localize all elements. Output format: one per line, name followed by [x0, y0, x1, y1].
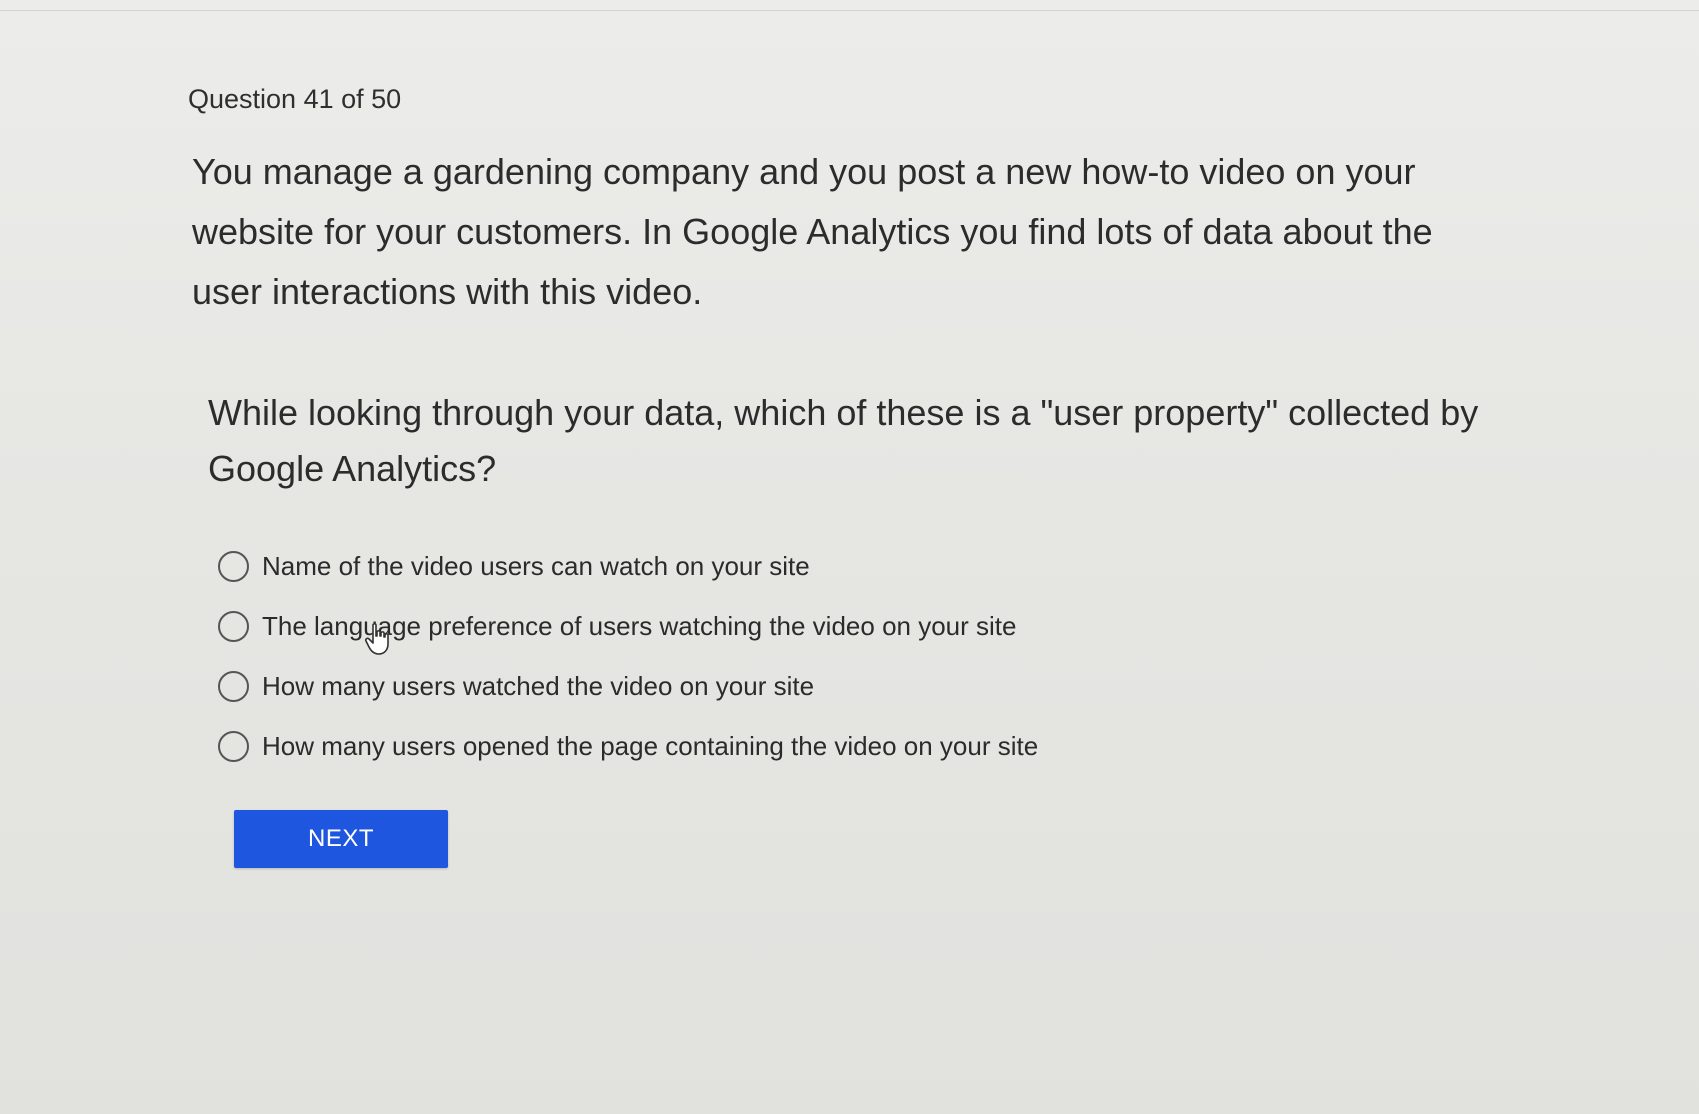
question-progress: Question 41 of 50 — [188, 84, 402, 114]
answer-option-label: Name of the video users can watch on you… — [262, 550, 810, 581]
question-scenario: You manage a gardening company and you p… — [192, 151, 1433, 312]
question-prompt: While looking through your data, which o… — [208, 392, 1479, 489]
quiz-page: Question 41 of 50 You manage a gardening… — [0, 0, 1699, 1114]
answer-option-label: How many users opened the page containin… — [262, 730, 1039, 761]
radio-unselected-icon[interactable] — [218, 670, 249, 702]
radio-unselected-icon[interactable] — [218, 730, 249, 762]
answer-option-3[interactable]: How many users watched the video on your… — [218, 656, 1318, 716]
answer-option-label: How many users watched the video on your… — [262, 670, 815, 701]
next-button[interactable]: NEXT — [234, 810, 448, 868]
hand-pointer-icon — [364, 623, 389, 655]
radio-unselected-icon[interactable] — [218, 610, 249, 642]
radio-unselected-icon[interactable] — [218, 550, 249, 582]
answer-options: Name of the video users can watch on you… — [218, 536, 1318, 776]
answer-option-4[interactable]: How many users opened the page containin… — [218, 716, 1318, 776]
answer-option-1[interactable]: Name of the video users can watch on you… — [218, 536, 1318, 596]
top-divider — [0, 10, 1699, 11]
